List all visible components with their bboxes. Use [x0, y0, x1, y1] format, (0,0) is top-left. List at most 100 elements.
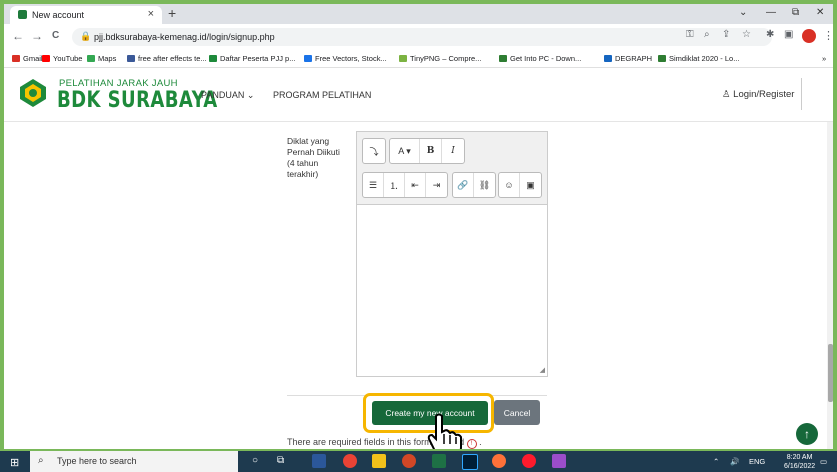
outdent-button[interactable]: ⇤: [405, 173, 426, 197]
bookmark-favicon-icon: [499, 55, 507, 62]
browser-menu-icon[interactable]: ⋮: [823, 29, 833, 42]
key-icon[interactable]: ⚿: [686, 29, 694, 40]
search-placeholder: Type here to search: [57, 456, 137, 466]
new-tab-button[interactable]: +: [168, 5, 176, 21]
logo-title[interactable]: BDK SURABAYA: [57, 88, 218, 113]
task-view-icon[interactable]: ⧉: [277, 455, 291, 469]
powerpoint-icon[interactable]: [402, 454, 416, 468]
nav-program-pelatihan[interactable]: PROGRAM PELATIHAN: [273, 90, 371, 100]
bookmark-item[interactable]: DEGRAPH: [604, 54, 652, 63]
language-indicator[interactable]: ENG: [749, 457, 765, 466]
tab-title: New account: [32, 10, 85, 20]
bookmark-item[interactable]: Maps: [87, 54, 116, 63]
bookmark-label: Daftar Peserta PJJ p...: [220, 54, 296, 63]
bookmark-item[interactable]: TinyPNG – Compre...: [399, 54, 481, 63]
resize-handle-icon[interactable]: ◢: [540, 366, 545, 374]
taskbar-search-box[interactable]: ⌕ Type here to search: [30, 451, 238, 472]
indent-button[interactable]: ⇥: [426, 173, 447, 197]
tab-close-icon[interactable]: ×: [148, 8, 154, 20]
rich-text-editor[interactable]: ⤵ A ▾ B I ☰ ⒈ ⇤ ⇥ 🔗 ⛓ ☺ ▣ ◢: [356, 131, 548, 377]
header-divider: [801, 78, 802, 110]
unordered-list-button[interactable]: ☰: [363, 173, 384, 197]
bookmark-item[interactable]: Free Vectors, Stock...: [304, 54, 387, 63]
extensions-icon[interactable]: ✱: [766, 29, 774, 40]
bookmark-item[interactable]: free after effects te...: [127, 54, 207, 63]
bookmark-favicon-icon: [604, 55, 612, 62]
scrollbar-thumb[interactable]: [828, 344, 833, 402]
notification-icon[interactable]: ▭: [820, 457, 827, 466]
required-note-end: .: [479, 437, 482, 447]
system-clock[interactable]: 8:20 AM 6/16/2022: [784, 453, 815, 471]
emoji-button[interactable]: ☺: [499, 173, 520, 197]
url-text[interactable]: pjj.bdksurabaya-kemenag.id/login/signup.…: [94, 32, 275, 42]
opera-icon[interactable]: [522, 454, 536, 468]
search-icon: ⌕: [38, 455, 44, 466]
bookmark-star-icon[interactable]: ☆: [742, 29, 751, 40]
bookmark-favicon-icon: [304, 55, 312, 62]
tab-new-account[interactable]: New account ×: [10, 6, 162, 24]
italic-button[interactable]: I: [442, 139, 464, 163]
font-style-button[interactable]: A ▾: [390, 139, 420, 163]
sidepanel-icon[interactable]: ▣: [784, 29, 793, 40]
editor-button-group-4: 🔗 ⛓: [452, 172, 496, 198]
nav-panduan[interactable]: PANDUAN ⌄: [201, 90, 254, 101]
image-button[interactable]: ▣: [520, 173, 541, 197]
tab-search-icon[interactable]: ⌄: [739, 7, 747, 18]
app-icon[interactable]: [552, 454, 566, 468]
bookmark-favicon-icon: [399, 55, 407, 62]
zoom-icon[interactable]: ⌕: [704, 29, 710, 40]
link-button[interactable]: 🔗: [453, 173, 474, 197]
bold-button[interactable]: B: [420, 139, 442, 163]
bookmark-item[interactable]: Simdiklat 2020 - Lo...: [658, 54, 739, 63]
bookmark-item[interactable]: Gmail: [12, 54, 43, 63]
share-icon[interactable]: ⇪: [722, 29, 730, 40]
bookmark-label: Simdiklat 2020 - Lo...: [669, 54, 740, 63]
file-explorer-icon[interactable]: [372, 454, 386, 468]
site-favicon-icon: [18, 10, 27, 19]
bookmark-label: YouTube: [53, 54, 83, 63]
collapse-toolbar-button[interactable]: ⤵: [363, 139, 385, 163]
clock-date: 6/16/2022: [784, 463, 816, 470]
scroll-to-top-button[interactable]: ↑: [796, 423, 818, 445]
reload-button[interactable]: C: [52, 30, 59, 41]
cancel-button[interactable]: Cancel: [494, 400, 540, 425]
browser-window: New account × + ⌄ — ⧉ ✕ ← → C 🔒 pjj.bdks…: [4, 4, 833, 449]
editor-button-group-3: ☰ ⒈ ⇤ ⇥: [362, 172, 448, 198]
excel-icon[interactable]: [432, 454, 446, 468]
bookmark-favicon-icon: [12, 55, 20, 62]
forward-button[interactable]: →: [31, 29, 43, 43]
back-button[interactable]: ←: [12, 29, 24, 43]
minimize-button[interactable]: —: [766, 7, 776, 18]
tray-expand-icon[interactable]: ⌃: [713, 457, 719, 466]
chrome-icon[interactable]: [343, 454, 357, 468]
site-header: PELATIHAN JARAK JAUH BDK SURABAYA PANDUA…: [4, 68, 833, 122]
bookmark-label: Free Vectors, Stock...: [315, 54, 387, 63]
user-icon: ♙: [722, 89, 734, 100]
editor-button-group-5: ☺ ▣: [498, 172, 542, 198]
cortana-icon[interactable]: ○: [252, 455, 266, 469]
bookmarks-bar: Gmail YouTube Maps free after effects te...…: [4, 51, 833, 68]
volume-icon[interactable]: 🔊: [730, 457, 739, 466]
bookmark-label: DEGRAPH: [615, 54, 653, 63]
bookmark-favicon-icon: [127, 55, 135, 62]
bookmark-label: Get Into PC - Down...: [510, 54, 582, 63]
bookmark-item[interactable]: Daftar Peserta PJJ p...: [209, 54, 295, 63]
restore-button[interactable]: ⧉: [792, 7, 799, 18]
more-bookmarks-icon[interactable]: »: [822, 54, 826, 63]
unlink-button[interactable]: ⛓: [474, 173, 495, 197]
login-register-link[interactable]: ♙ Login/Register: [722, 89, 794, 100]
windows-start-icon[interactable]: ⊞: [10, 456, 19, 469]
login-label: Login/Register: [733, 89, 795, 100]
profile-avatar[interactable]: [802, 29, 816, 43]
word-icon[interactable]: [312, 454, 326, 468]
photoshop-icon[interactable]: [462, 454, 478, 470]
firefox-icon[interactable]: [492, 454, 506, 468]
close-window-button[interactable]: ✕: [816, 7, 824, 18]
lock-icon: 🔒: [80, 31, 92, 41]
kemenag-logo-icon[interactable]: [18, 78, 48, 108]
bookmark-item[interactable]: YouTube: [42, 54, 82, 63]
bookmark-label: Maps: [98, 54, 117, 63]
bookmark-item[interactable]: Get Into PC - Down...: [499, 54, 581, 63]
address-bar[interactable]: 🔒 pjj.bdksurabaya-kemenag.id/login/signu…: [72, 28, 772, 46]
ordered-list-button[interactable]: ⒈: [384, 173, 405, 197]
